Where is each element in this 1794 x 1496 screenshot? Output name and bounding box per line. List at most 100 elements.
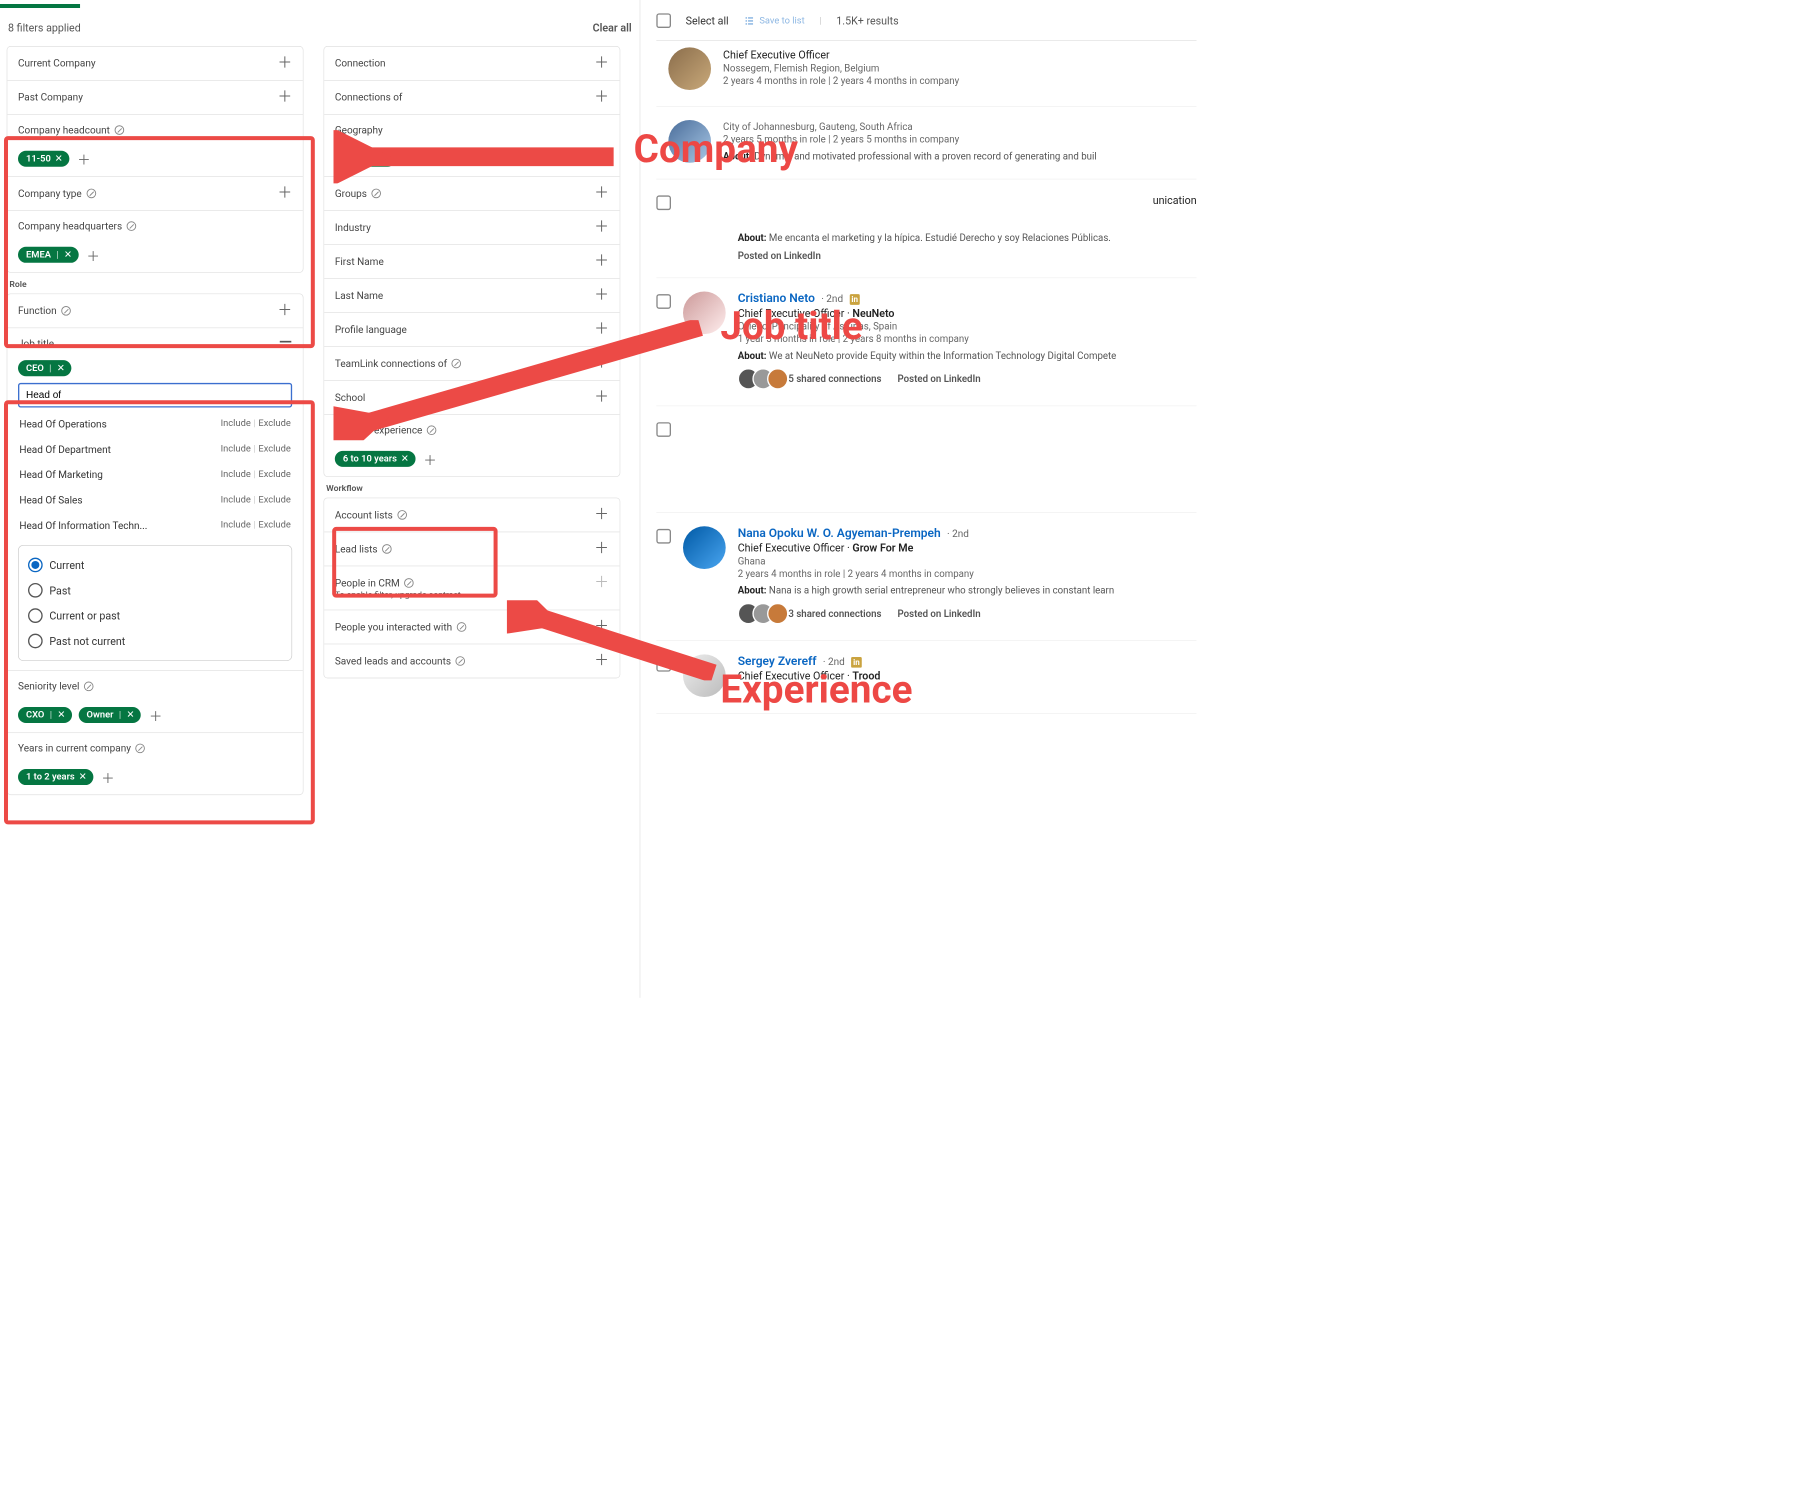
filter-current-company[interactable]: Current Company ＋ — [7, 47, 302, 81]
result-title: Chief Executive Officer · Grow For Me — [738, 542, 1197, 555]
select-all-checkbox[interactable] — [656, 13, 671, 28]
collapse-icon: — — [279, 338, 292, 348]
posted-label: Posted on LinkedIn — [738, 250, 821, 261]
suggestion-row[interactable]: Head Of OperationsInclude|Exclude — [18, 412, 292, 437]
annotation-callout-company: Company — [634, 127, 798, 172]
filter-function[interactable]: Function ＋ — [7, 294, 302, 328]
filter-years-in-company[interactable]: Years in current company — [7, 733, 302, 764]
include-action[interactable]: Include — [221, 418, 251, 429]
pill-years-company[interactable]: 1 to 2 years✕ — [18, 769, 93, 785]
close-icon: ✕ — [57, 710, 65, 721]
job-title-suggestions: Head Of OperationsInclude|Exclude Head O… — [18, 412, 292, 539]
pill-headcount[interactable]: 11-50✕ — [18, 151, 69, 167]
info-icon — [455, 656, 466, 667]
plus-icon: ＋ — [277, 186, 292, 201]
result-row: unication About: Me encanta el marketing… — [656, 179, 1196, 278]
radio-past-not-current[interactable]: Past not current — [27, 628, 284, 653]
filter-connections-of[interactable]: Connections of ＋ — [324, 81, 619, 115]
info-icon — [126, 221, 137, 232]
plus-icon: ＋ — [594, 508, 609, 523]
radio-current[interactable]: Current — [27, 552, 284, 577]
plus-icon: ＋ — [594, 576, 609, 591]
filter-people-crm: People in CRM ＋ — [324, 566, 619, 593]
result-checkbox[interactable] — [656, 529, 671, 544]
job-title-scope: Current Past Current or past Past not cu… — [18, 545, 292, 661]
clear-all-button[interactable]: Clear all — [593, 21, 632, 34]
filters-applied-count: 8 filters applied — [8, 21, 81, 34]
annotation-arrow — [334, 130, 621, 183]
job-title-input[interactable] — [18, 383, 292, 408]
radio-past[interactable]: Past — [27, 578, 284, 603]
filter-job-title[interactable]: Job title — — [7, 328, 302, 359]
filter-first-name[interactable]: First Name ＋ — [324, 245, 619, 279]
plus-icon: ＋ — [277, 56, 292, 71]
info-icon — [456, 622, 467, 633]
plus-icon: ＋ — [594, 288, 609, 303]
result-title-tail: unication — [738, 194, 1197, 207]
close-icon: ✕ — [55, 153, 63, 164]
add-filter-button[interactable]: ＋ — [100, 769, 116, 785]
plus-icon: ＋ — [594, 56, 609, 71]
plus-icon: ＋ — [277, 303, 292, 318]
plus-icon: ＋ — [277, 90, 292, 105]
suggestion-row[interactable]: Head Of SalesInclude|Exclude — [18, 488, 292, 513]
avatar[interactable] — [683, 526, 726, 569]
result-row: Nana Opoku W. O. Agyeman-Prempeh · 2nd C… — [656, 513, 1196, 641]
add-filter-button[interactable]: ＋ — [76, 151, 92, 167]
radio-current-or-past[interactable]: Current or past — [27, 603, 284, 628]
filter-past-company[interactable]: Past Company ＋ — [7, 81, 302, 115]
section-workflow-label: Workflow — [323, 477, 620, 498]
plus-icon: ＋ — [594, 90, 609, 105]
filter-last-name[interactable]: Last Name ＋ — [324, 279, 619, 313]
filter-company-headcount[interactable]: Company headcount — [7, 115, 302, 146]
avatar[interactable] — [668, 47, 711, 90]
section-role-label: Role — [7, 273, 304, 294]
result-name[interactable]: Nana Opoku W. O. Agyeman-Prempeh — [738, 526, 941, 540]
filter-company-type[interactable]: Company type ＋ — [7, 177, 302, 211]
result-checkbox[interactable] — [656, 195, 671, 210]
close-icon: ✕ — [127, 710, 135, 721]
pill-owner[interactable]: Owner|✕ — [79, 707, 141, 723]
result-degree: · 2nd — [947, 528, 969, 540]
list-icon — [743, 15, 755, 27]
pill-cxo[interactable]: CXO|✕ — [18, 707, 72, 723]
plus-icon: ＋ — [594, 542, 609, 557]
annotation-arrow — [334, 320, 708, 440]
result-location: Nossegem, Flemish Region, Belgium — [723, 63, 1197, 74]
suggestion-row[interactable]: Head Of DepartmentInclude|Exclude — [18, 437, 292, 462]
result-title: Chief Executive Officer — [723, 49, 1197, 62]
shared-connections[interactable]: 5 shared connections — [738, 368, 882, 389]
suggestion-row[interactable]: Head Of Information Techn...Include|Excl… — [18, 513, 292, 538]
result-about: About: Me encanta el marketing y la hípi… — [738, 232, 1197, 243]
info-icon — [114, 125, 125, 136]
result-duration: 2 years 4 months in role | 2 years 4 mon… — [738, 568, 1197, 579]
add-filter-button[interactable]: ＋ — [85, 247, 101, 263]
filter-industry[interactable]: Industry ＋ — [324, 211, 619, 245]
filter-company-hq[interactable]: Company headquarters — [7, 211, 302, 242]
info-icon — [397, 510, 408, 521]
close-icon: ✕ — [401, 454, 409, 465]
plus-icon: ＋ — [594, 186, 609, 201]
progress-bar — [0, 4, 80, 8]
shared-connections[interactable]: 3 shared connections — [738, 603, 882, 624]
pill-ceo[interactable]: CEO|✕ — [18, 360, 71, 376]
add-filter-button[interactable]: ＋ — [422, 451, 438, 467]
filter-connection[interactable]: Connection ＋ — [324, 47, 619, 81]
close-icon: ✕ — [64, 249, 72, 260]
filter-seniority[interactable]: Seniority level — [7, 671, 302, 702]
select-all-label: Select all — [686, 14, 729, 27]
filter-lead-lists[interactable]: Lead lists ＋ — [324, 532, 619, 566]
info-icon — [371, 188, 382, 199]
result-duration: 2 years 4 months in role | 2 years 4 mon… — [723, 75, 1197, 86]
radio-icon — [28, 583, 43, 598]
result-checkbox[interactable] — [656, 294, 671, 309]
pill-hq[interactable]: EMEA|✕ — [18, 247, 78, 263]
suggestion-row[interactable]: Head Of MarketingInclude|Exclude — [18, 462, 292, 487]
info-icon — [404, 578, 415, 589]
result-about: About: Nana is a high growth serial entr… — [738, 585, 1197, 596]
save-to-list-button[interactable]: Save to list — [743, 15, 804, 27]
pill-years-exp[interactable]: 6 to 10 years✕ — [335, 451, 416, 467]
filter-account-lists[interactable]: Account lists ＋ — [324, 498, 619, 532]
add-filter-button[interactable]: ＋ — [148, 707, 164, 723]
exclude-action[interactable]: Exclude — [258, 418, 290, 429]
